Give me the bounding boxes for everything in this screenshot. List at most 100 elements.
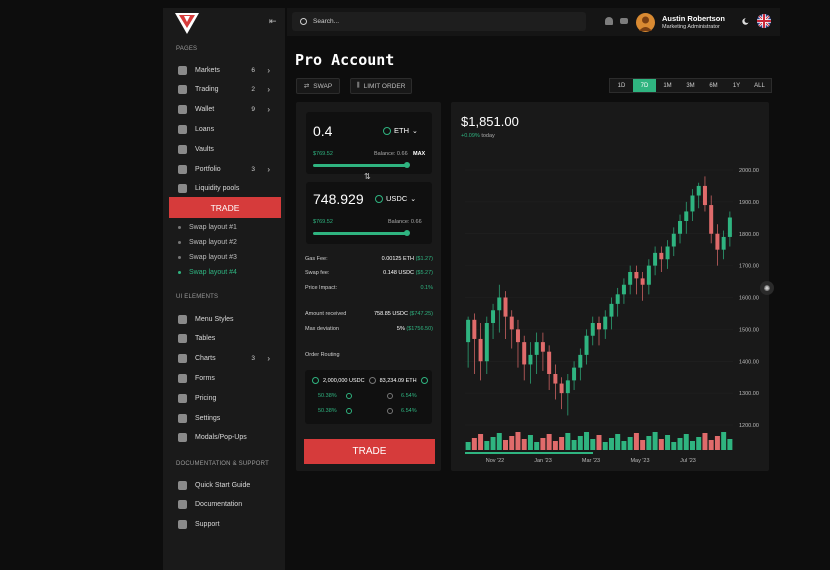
to-amount[interactable]: 748.929 (313, 191, 364, 207)
sidebar-item-menu-styles[interactable]: Menu Styles (178, 312, 278, 326)
price-change-value: +0.09% (461, 133, 480, 139)
slider-knob[interactable] (403, 162, 410, 168)
volume-bar (584, 432, 590, 450)
page-title: Pro Account (295, 51, 395, 69)
candle (578, 354, 583, 368)
gear-icon (178, 413, 187, 423)
pie-chart-icon (178, 65, 187, 75)
search-icon (300, 18, 307, 25)
candle (509, 316, 514, 330)
user-name[interactable]: Austin Robertson (662, 14, 725, 23)
sidebar-item-wallet[interactable]: Wallet 9 › (178, 103, 278, 117)
sidebar-item-pricing[interactable]: Pricing (178, 391, 278, 405)
gas-fee-label: Gas Fee: (305, 256, 328, 262)
chevron-right-icon: › (267, 85, 270, 95)
sidebar-item-markets[interactable]: Markets 6 › (178, 63, 278, 77)
sidebar-trade-button[interactable]: TRADE (169, 197, 281, 218)
to-slider[interactable] (313, 230, 410, 236)
range-3m[interactable]: 3M (679, 79, 702, 92)
swap-layout-label: Swap layout #1 (189, 224, 237, 231)
sidebar-item-vaults[interactable]: Vaults (178, 142, 278, 156)
sidebar-item-charts[interactable]: Charts 3 › (178, 352, 278, 366)
from-usd: $769.52 (313, 151, 333, 157)
volume-bar (559, 437, 565, 450)
max-button[interactable]: MAX (413, 151, 425, 157)
volume-bar (478, 434, 484, 450)
sidebar-item-documentation[interactable]: Documentation (178, 498, 278, 512)
support-icon (178, 520, 187, 530)
sidebar-item-forms[interactable]: Forms (178, 371, 278, 385)
trade-button[interactable]: TRADE (304, 439, 435, 464)
swap-layout-item[interactable]: Swap layout #2 (178, 239, 237, 246)
volume-bar (714, 436, 720, 450)
swap-button[interactable]: ⇄ SWAP (296, 78, 340, 94)
candlestick-chart[interactable]: 2000.00 1900.00 1800.00 1700.00 1600.00 1500.… (455, 160, 765, 470)
range-1d[interactable]: 1D (610, 79, 633, 92)
range-7d[interactable]: 7D (633, 79, 656, 92)
collapse-sidebar-icon[interactable]: ⇤ (269, 16, 277, 27)
candle (709, 205, 714, 234)
logo-icon[interactable] (173, 11, 201, 35)
swap-direction-icon[interactable]: ⇅ (364, 172, 371, 181)
sidebar-item-label: Settings (195, 414, 221, 422)
y-tick-label: 1900.00 (739, 200, 759, 206)
candle (534, 342, 539, 355)
candle (497, 297, 502, 311)
volume-bar (671, 442, 677, 450)
candle (603, 316, 608, 330)
sidebar-item-support[interactable]: Support (178, 518, 278, 532)
candle (522, 342, 527, 365)
avatar[interactable] (636, 13, 655, 32)
from-amount[interactable]: 0.4 (313, 123, 332, 139)
swap-layout-item[interactable]: Swap layout #1 (178, 224, 237, 231)
range-all[interactable]: ALL (748, 79, 771, 92)
candle (547, 351, 552, 374)
sidebar-item-modals-pop-ups[interactable]: Modals/Pop-Ups (178, 431, 278, 445)
candle (609, 303, 614, 317)
theme-toggle-icon[interactable] (742, 18, 749, 25)
sidebar-item-loans[interactable]: Loans (178, 122, 278, 136)
y-tick-label: 2000.00 (739, 168, 759, 174)
menu-icon (178, 314, 187, 324)
sidebar-item-settings[interactable]: Settings (178, 411, 278, 425)
pool-icon (178, 184, 187, 194)
slider-knob[interactable] (403, 230, 410, 236)
search-input[interactable] (313, 18, 563, 25)
max-deviation-value: 5% (396, 326, 405, 332)
sidebar-item-quick-start-guide[interactable]: Quick Start Guide (178, 478, 278, 492)
wallet-icon (178, 105, 187, 115)
gas-fee-value: 0.00125 ETH (381, 256, 415, 262)
docs-heading: DOCUMENTATION & SUPPORT (176, 461, 269, 467)
range-scrubber[interactable] (465, 452, 593, 454)
mail-icon[interactable] (620, 18, 628, 24)
price-impact-row: Price Impact: 0.1% (305, 285, 433, 291)
search-box[interactable] (292, 12, 586, 31)
volume-bar (552, 441, 558, 450)
sidebar-item-count: 2 (251, 86, 255, 94)
volume-bar (546, 434, 552, 450)
route-right-pct: 6.54% (401, 408, 417, 414)
pages-heading: PAGES (176, 46, 198, 52)
swap-layout-item[interactable]: Swap layout #4 (178, 269, 237, 276)
volume-bar (727, 439, 733, 450)
sidebar-item-count: 6 (251, 66, 255, 74)
sidebar-item-liquidity-pools[interactable]: Liquidity pools (178, 182, 278, 196)
limit-order-button[interactable]: ⫼ LIMIT ORDER (350, 78, 412, 94)
range-1m[interactable]: 1M (656, 79, 679, 92)
bell-icon[interactable] (605, 17, 613, 25)
from-slider[interactable] (313, 162, 410, 168)
uk-flag-icon[interactable] (757, 14, 771, 28)
y-tick-label: 1400.00 (739, 359, 759, 365)
to-token-select[interactable]: USDC ⌄ (375, 194, 416, 203)
y-tick-label: 1700.00 (739, 264, 759, 270)
range-6m[interactable]: 6M (702, 79, 725, 92)
chevron-right-icon: › (267, 164, 270, 174)
from-token-select[interactable]: ETH ⌄ (383, 126, 418, 135)
settings-gear-icon[interactable]: ✺ (760, 281, 774, 295)
sidebar-item-tables[interactable]: Tables (178, 332, 278, 346)
sidebar-item-portfolio[interactable]: Portfolio 3 › (178, 162, 278, 176)
sidebar-item-trading[interactable]: Trading 2 › (178, 83, 278, 97)
range-1y[interactable]: 1Y (725, 79, 748, 92)
gas-fee-row: Gas Fee: 0.00125 ETH ($1.27) (305, 256, 433, 262)
swap-layout-item[interactable]: Swap layout #3 (178, 254, 237, 261)
